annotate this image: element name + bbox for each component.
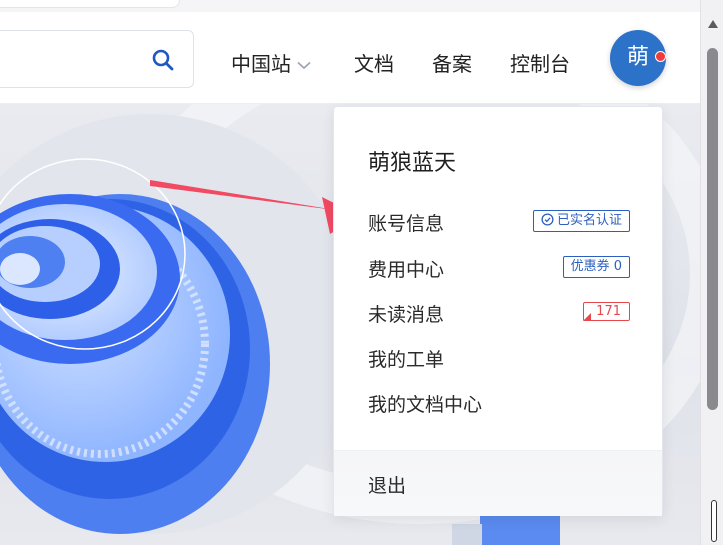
menu-item-my-tickets[interactable]: 我的工单 bbox=[368, 345, 444, 372]
notification-dot bbox=[655, 51, 666, 62]
nav-region-selector[interactable]: 中国站 bbox=[231, 48, 311, 77]
search-icon[interactable] bbox=[151, 48, 175, 72]
badge-tail-icon bbox=[583, 313, 592, 321]
menu-item-billing[interactable]: 费用中心 bbox=[368, 255, 444, 282]
unread-count: 171 bbox=[596, 304, 621, 319]
browser-top-strip bbox=[0, 0, 700, 12]
scroll-handle-bottom bbox=[711, 500, 717, 542]
user-dropdown-menu: 萌狼蓝天 账号信息 已实名认证 费用中心 优惠券 0 未读消息 171 我的工单… bbox=[333, 106, 663, 516]
verified-badge: 已实名认证 bbox=[532, 210, 630, 232]
menu-item-my-doc-center[interactable]: 我的文档中心 bbox=[368, 390, 482, 417]
unread-count-badge: 171 bbox=[583, 302, 630, 321]
vertical-scrollbar[interactable] bbox=[700, 0, 723, 545]
search-input[interactable] bbox=[0, 30, 194, 88]
chevron-down-icon bbox=[297, 61, 311, 70]
nav-region-label: 中国站 bbox=[231, 52, 291, 76]
nav-icp-filing[interactable]: 备案 bbox=[432, 48, 472, 77]
nav-docs[interactable]: 文档 bbox=[354, 48, 394, 77]
browser-tab-edge bbox=[0, 0, 180, 8]
scrollbar-thumb[interactable] bbox=[707, 48, 718, 410]
top-navbar: 中国站 文档 备案 控制台 萌 bbox=[0, 12, 700, 104]
menu-item-account-info[interactable]: 账号信息 bbox=[368, 209, 444, 236]
menu-item-unread-messages[interactable]: 未读消息 bbox=[368, 300, 444, 327]
logout-button[interactable]: 退出 bbox=[368, 471, 406, 498]
check-circle-icon bbox=[541, 213, 554, 226]
nav-console[interactable]: 控制台 bbox=[510, 48, 570, 77]
coupon-badge: 优惠券 0 bbox=[562, 256, 630, 278]
page: 中国站 文档 备案 控制台 萌 萌狼蓝天 账号信息 已实名认证 费用中心 优惠券… bbox=[0, 0, 723, 545]
verified-badge-label: 已实名认证 bbox=[556, 213, 622, 228]
scroll-up-icon[interactable] bbox=[708, 20, 718, 28]
user-name: 萌狼蓝天 bbox=[368, 151, 457, 176]
